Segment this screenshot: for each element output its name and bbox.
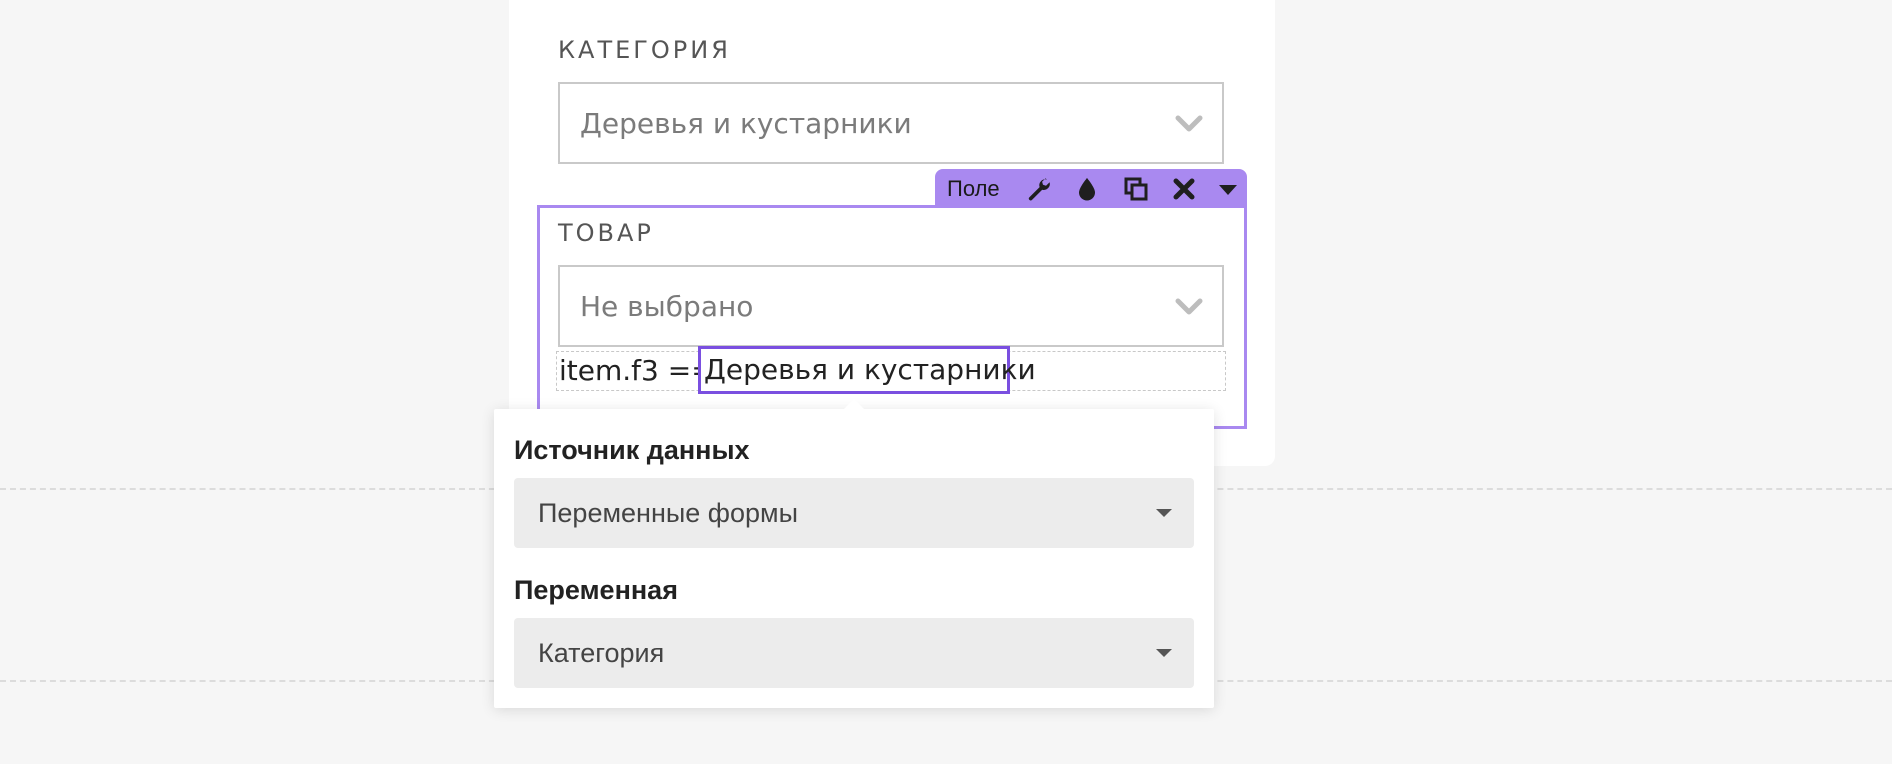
data-source-label: Источник данных bbox=[514, 435, 750, 465]
condition-expression: item.f3 == bbox=[559, 354, 715, 387]
variable-value: Категория bbox=[538, 638, 665, 668]
data-source-value: Переменные формы bbox=[538, 498, 798, 528]
category-select-value: Деревья и кустарники bbox=[580, 107, 912, 140]
variable-label: Переменная bbox=[514, 575, 678, 605]
category-select[interactable]: Деревья и кустарники bbox=[558, 82, 1224, 164]
category-label: КАТЕГОРИЯ bbox=[558, 36, 731, 64]
chevron-down-icon bbox=[1175, 115, 1203, 132]
product-label: ТОВАР bbox=[558, 219, 654, 247]
popover-arrow bbox=[843, 399, 865, 410]
condition-value-popover: Источник данных Переменные формы Перемен… bbox=[494, 409, 1214, 708]
chevron-down-icon bbox=[1175, 298, 1203, 315]
field-type-label: Поле bbox=[947, 176, 1000, 201]
caret-down-icon[interactable] bbox=[1215, 176, 1241, 202]
field-toolbar: Поле bbox=[935, 169, 1247, 208]
product-select-value: Не выбрано bbox=[580, 290, 754, 323]
variable-select[interactable]: Категория bbox=[514, 618, 1194, 688]
wrench-icon[interactable] bbox=[1026, 176, 1052, 202]
close-icon[interactable] bbox=[1171, 176, 1197, 202]
copy-icon[interactable] bbox=[1123, 176, 1149, 202]
product-select[interactable]: Не выбрано bbox=[558, 265, 1224, 347]
caret-down-icon bbox=[1156, 509, 1172, 517]
drop-icon[interactable] bbox=[1074, 176, 1100, 202]
condition-value-token[interactable]: Деревья и кустарники bbox=[698, 346, 1036, 394]
data-source-select[interactable]: Переменные формы bbox=[514, 478, 1194, 548]
caret-down-icon bbox=[1156, 649, 1172, 657]
